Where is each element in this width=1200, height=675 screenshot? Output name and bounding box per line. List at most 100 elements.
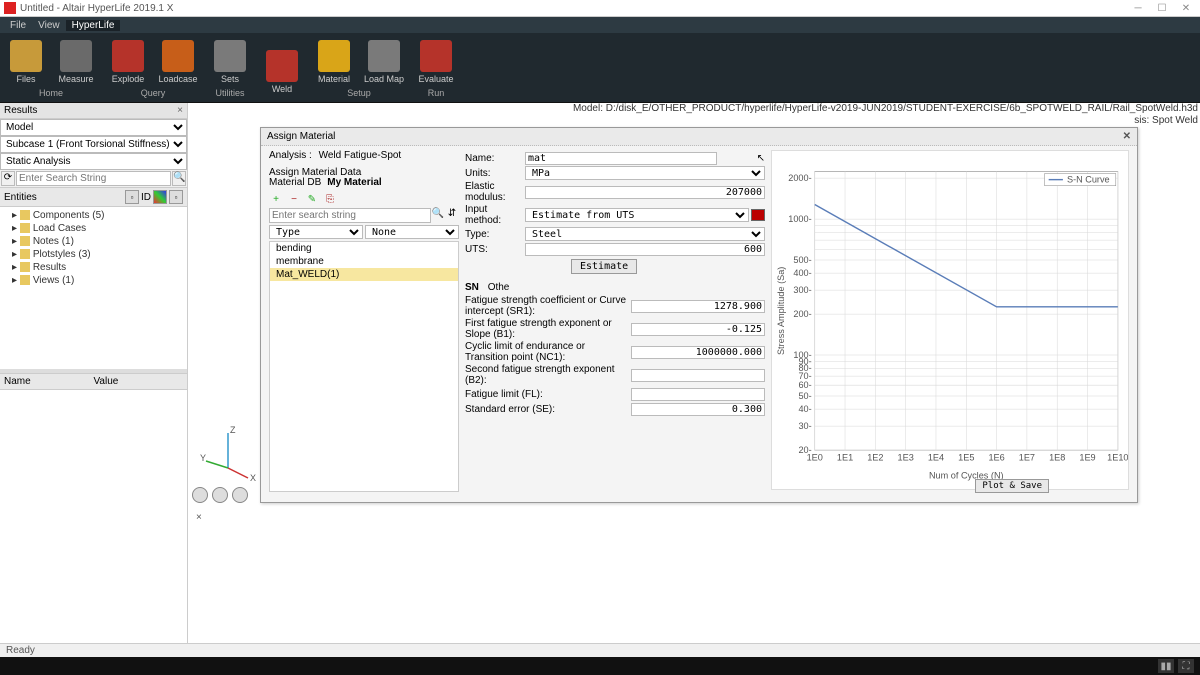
viewport-close-icon[interactable]: × bbox=[196, 512, 202, 523]
menu-view[interactable]: View bbox=[32, 20, 66, 31]
material-search-icon[interactable]: 🔍 bbox=[431, 208, 445, 223]
tree-item[interactable]: ▸ Views (1) bbox=[4, 274, 183, 287]
assign-material-dialog: Assign Material ✕ Analysis : Weld Fatigu… bbox=[260, 127, 1138, 503]
tab-material-db[interactable]: Material DB bbox=[269, 177, 321, 188]
minimize-button[interactable]: ─ bbox=[1128, 3, 1148, 14]
svg-text:1E4: 1E4 bbox=[928, 452, 944, 462]
b1-label: First fatigue strength exponent or Slope… bbox=[465, 318, 631, 340]
material-item[interactable]: Mat_WELD(1) bbox=[270, 268, 458, 281]
sn-tab[interactable]: SN bbox=[465, 282, 479, 293]
tab-my-material[interactable]: My Material bbox=[327, 177, 381, 188]
name-input[interactable] bbox=[525, 152, 717, 165]
copy-icon[interactable]: ⎘ bbox=[323, 193, 337, 205]
sort-icon[interactable]: ⇵ bbox=[445, 208, 459, 223]
model-path-label: Model: D:/disk_E/OTHER_PRODUCT/hyperlife… bbox=[573, 103, 1198, 114]
tree-item[interactable]: ▸ Notes (1) bbox=[4, 235, 183, 248]
results-search[interactable] bbox=[16, 171, 171, 186]
ribbon-loadcase[interactable]: Loadcase bbox=[154, 37, 202, 86]
material-item[interactable]: bending bbox=[270, 242, 458, 255]
curve-picker-icon[interactable] bbox=[751, 209, 765, 221]
inputmethod-select[interactable]: Estimate from UTS bbox=[525, 208, 749, 222]
units-label: Units: bbox=[465, 168, 525, 179]
svg-text:1E2: 1E2 bbox=[867, 452, 883, 462]
uts-input[interactable] bbox=[525, 243, 765, 256]
se-input[interactable] bbox=[631, 403, 765, 416]
sr1-input[interactable] bbox=[631, 300, 765, 313]
ribbon-sets[interactable]: Sets bbox=[206, 37, 254, 86]
refresh-icon[interactable]: ⟳ bbox=[1, 171, 15, 186]
ribbon-group-label: Home bbox=[39, 86, 63, 98]
ribbon-load-map[interactable]: Load Map bbox=[360, 37, 408, 86]
other-tab[interactable]: Othe bbox=[488, 282, 510, 293]
pause-icon[interactable]: ▮▮ bbox=[1158, 659, 1174, 673]
menu-hyperlife[interactable]: HyperLife bbox=[66, 20, 121, 31]
ribbon-measure[interactable]: Measure bbox=[52, 37, 100, 86]
weld-icon bbox=[266, 50, 298, 82]
tree-item[interactable]: ▸ Load Cases bbox=[4, 222, 183, 235]
filter-type1[interactable]: Type bbox=[269, 225, 363, 239]
remove-icon[interactable]: − bbox=[287, 193, 301, 205]
loadcase-icon bbox=[162, 40, 194, 72]
entities-color-btn[interactable] bbox=[153, 190, 167, 204]
measure-icon bbox=[60, 40, 92, 72]
nc1-input[interactable] bbox=[631, 346, 765, 359]
svg-text:2000-: 2000- bbox=[788, 173, 811, 183]
svg-text:1E6: 1E6 bbox=[988, 452, 1004, 462]
ribbon-material[interactable]: Material bbox=[310, 37, 358, 86]
filter-type2[interactable]: None bbox=[365, 225, 459, 239]
cursor-icon: ↖ bbox=[757, 153, 765, 164]
edit-icon[interactable]: ✎ bbox=[305, 193, 319, 205]
inputmethod-label: Input method: bbox=[465, 204, 525, 226]
model-combo[interactable]: Model bbox=[0, 119, 187, 136]
model-tree[interactable]: ▸ Components (5)▸ Load Cases▸ Notes (1)▸… bbox=[0, 207, 187, 369]
entities-btn1[interactable]: ▫ bbox=[125, 190, 139, 204]
screen-icon[interactable]: ⛶ bbox=[1178, 659, 1194, 673]
svg-text:1E10: 1E10 bbox=[1107, 452, 1128, 462]
ribbon-files[interactable]: Files bbox=[2, 37, 50, 86]
vp-tool-2[interactable] bbox=[212, 487, 228, 503]
files-icon bbox=[10, 40, 42, 72]
tree-item[interactable]: ▸ Components (5) bbox=[4, 209, 183, 222]
b1-input[interactable] bbox=[631, 323, 765, 336]
bottom-bar: ▮▮ ⛶ bbox=[0, 657, 1200, 675]
close-button[interactable]: ✕ bbox=[1176, 3, 1196, 14]
material-item[interactable]: membrane bbox=[270, 255, 458, 268]
material-list[interactable]: bendingmembraneMat_WELD(1) bbox=[269, 241, 459, 492]
emod-input[interactable] bbox=[525, 186, 765, 199]
material-search[interactable] bbox=[269, 208, 431, 223]
ribbon-group-label: Setup bbox=[347, 86, 371, 98]
prop-col-name: Name bbox=[4, 376, 94, 387]
uts-label: UTS: bbox=[465, 244, 525, 255]
load-map-icon bbox=[368, 40, 400, 72]
tree-item[interactable]: ▸ Plotstyles (3) bbox=[4, 248, 183, 261]
ribbon-evaluate[interactable]: Evaluate bbox=[412, 37, 460, 86]
b2-input[interactable] bbox=[631, 369, 765, 382]
subcase-combo[interactable]: Subcase 1 (Front Torsional Stiffness) bbox=[0, 136, 187, 153]
sn-chart: 1E01E11E21E31E41E51E61E71E81E91E1020-30-… bbox=[771, 150, 1129, 490]
tree-item[interactable]: ▸ Results bbox=[4, 261, 183, 274]
ribbon-weld[interactable]: Weld bbox=[258, 37, 306, 96]
ribbon-label: Explode bbox=[112, 74, 145, 84]
entities-btn3[interactable]: ▫ bbox=[169, 190, 183, 204]
analysis-value: Weld Fatigue-Spot bbox=[319, 150, 402, 161]
ribbon-group-label: Query bbox=[141, 86, 166, 98]
estimate-button[interactable]: Estimate bbox=[571, 259, 637, 274]
plot-save-button[interactable]: Plot & Save bbox=[975, 479, 1049, 493]
ribbon-label: Sets bbox=[221, 74, 239, 84]
viewport[interactable]: Model: D:/disk_E/OTHER_PRODUCT/hyperlife… bbox=[188, 103, 1200, 643]
vp-tool-3[interactable] bbox=[232, 487, 248, 503]
ribbon-explode[interactable]: Explode bbox=[104, 37, 152, 86]
add-icon[interactable]: + bbox=[269, 193, 283, 205]
maximize-button[interactable]: ☐ bbox=[1152, 3, 1172, 14]
fl-input[interactable] bbox=[631, 388, 765, 401]
analysis-combo[interactable]: Static Analysis bbox=[0, 153, 187, 170]
results-close-icon[interactable]: × bbox=[177, 105, 183, 116]
svg-text:50-: 50- bbox=[798, 391, 811, 401]
vp-tool-1[interactable] bbox=[192, 487, 208, 503]
dialog-close-icon[interactable]: ✕ bbox=[1123, 131, 1131, 142]
axes-gizmo[interactable]: Z Y X bbox=[198, 423, 258, 483]
menu-file[interactable]: File bbox=[4, 20, 32, 31]
units-select[interactable]: MPa bbox=[525, 166, 765, 180]
results-search-icon[interactable]: 🔍 bbox=[172, 171, 186, 186]
type-select[interactable]: Steel bbox=[525, 227, 765, 241]
